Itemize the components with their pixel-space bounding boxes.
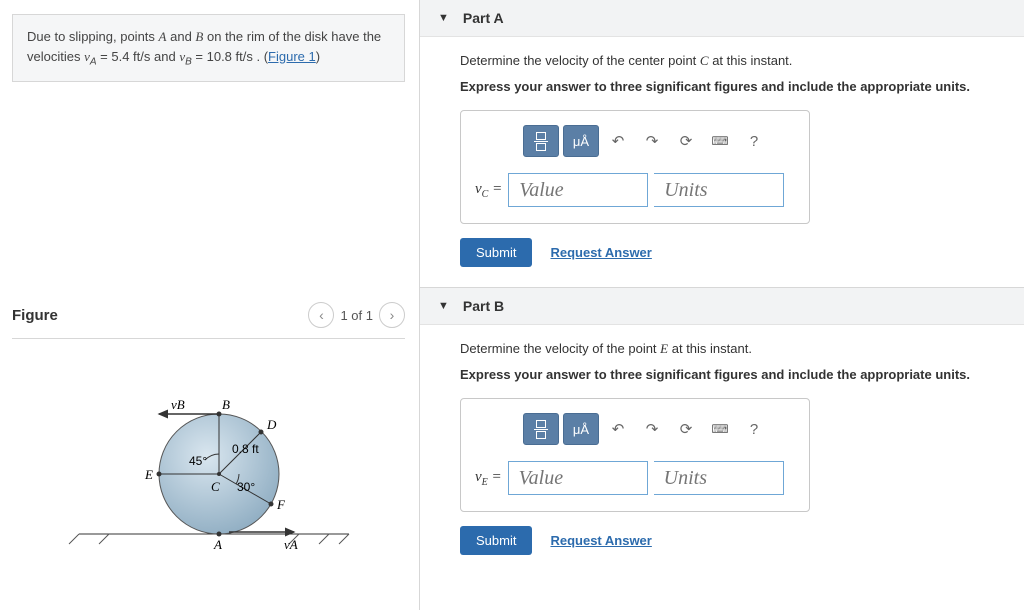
figure-next-button[interactable]: › [379, 302, 405, 328]
caret-down-icon: ▼ [438, 12, 449, 24]
undo-icon[interactable]: ↶ [603, 125, 633, 157]
var-B: B [195, 29, 203, 44]
vA-value: = 5.4 ft/s [100, 49, 150, 64]
text: at this instant. [709, 53, 793, 68]
text: Determine the velocity of the center poi… [460, 53, 700, 68]
part-b-submit-button[interactable]: Submit [460, 526, 532, 555]
svg-text:B: B [222, 397, 230, 412]
templates-icon[interactable] [523, 413, 559, 445]
templates-icon[interactable] [523, 125, 559, 157]
part-b-title: Part B [463, 298, 504, 314]
part-b-question: Determine the velocity of the point E at… [460, 341, 984, 357]
text: . ( [256, 49, 268, 64]
part-b-var-label: vE = [475, 469, 502, 488]
redo-icon[interactable]: ↷ [637, 413, 667, 445]
reset-icon[interactable]: ⟳ [671, 413, 701, 445]
vB-sub: B [185, 56, 192, 67]
vA-sub: A [90, 56, 97, 67]
svg-text:0.8 ft: 0.8 ft [232, 442, 259, 456]
units-symbol-button[interactable]: μÅ [563, 413, 599, 445]
text: Determine the velocity of the point [460, 341, 660, 356]
text: and [154, 49, 179, 64]
vB-value: = 10.8 ft/s [195, 49, 252, 64]
figure-prev-button[interactable]: ‹ [308, 302, 334, 328]
svg-text:30°: 30° [237, 480, 255, 494]
part-b-answer-box: μÅ ↶ ↷ ⟳ ⌨ ? vE = [460, 398, 810, 512]
var-C: C [700, 53, 709, 68]
part-b-units-input[interactable] [654, 461, 784, 495]
problem-statement: Due to slipping, points A and B on the r… [12, 14, 405, 82]
caret-down-icon: ▼ [438, 300, 449, 312]
figure-title: Figure [12, 307, 58, 324]
part-b-value-input[interactable] [508, 461, 648, 495]
keyboard-icon[interactable]: ⌨ [705, 125, 735, 157]
svg-text:F: F [276, 497, 286, 512]
svg-text:D: D [266, 417, 277, 432]
part-a-value-input[interactable] [508, 173, 648, 207]
part-a-units-input[interactable] [654, 173, 784, 207]
part-a-answer-box: μÅ ↶ ↷ ⟳ ⌨ ? vC = [460, 110, 810, 224]
text: Due to slipping, points [27, 29, 159, 44]
keyboard-icon[interactable]: ⌨ [705, 413, 735, 445]
svg-text:vA: vA [284, 537, 298, 552]
part-b-instruction: Express your answer to three significant… [460, 367, 984, 382]
help-icon[interactable]: ? [739, 413, 769, 445]
figure-pager-label: 1 of 1 [340, 308, 373, 323]
units-symbol-button[interactable]: μÅ [563, 125, 599, 157]
text: and [170, 29, 195, 44]
part-a-title: Part A [463, 10, 504, 26]
reset-icon[interactable]: ⟳ [671, 125, 701, 157]
help-icon[interactable]: ? [739, 125, 769, 157]
svg-text:E: E [144, 467, 153, 482]
undo-icon[interactable]: ↶ [603, 413, 633, 445]
part-b-request-answer-link[interactable]: Request Answer [550, 533, 651, 548]
svg-text:45°: 45° [189, 454, 207, 468]
part-b-header[interactable]: ▼ Part B [420, 288, 1024, 325]
part-a-instruction: Express your answer to three significant… [460, 79, 984, 94]
part-a-submit-button[interactable]: Submit [460, 238, 532, 267]
var-E: E [660, 341, 668, 356]
redo-icon[interactable]: ↷ [637, 125, 667, 157]
text: ) [316, 49, 320, 64]
part-a-question: Determine the velocity of the center poi… [460, 53, 984, 69]
text: at this instant. [668, 341, 752, 356]
figure-pager: ‹ 1 of 1 › [308, 302, 405, 328]
part-a-request-answer-link[interactable]: Request Answer [550, 245, 651, 260]
svg-text:C: C [211, 479, 220, 494]
var-A: A [159, 29, 167, 44]
part-a-var-label: vC = [475, 181, 502, 200]
svg-text:vB: vB [171, 397, 185, 412]
figure-diagram: vB B D 0.8 ft 45° 30° E C F A vA [12, 339, 405, 559]
svg-text:A: A [213, 537, 222, 552]
part-a-header[interactable]: ▼ Part A [420, 0, 1024, 37]
figure-link[interactable]: Figure 1 [268, 49, 316, 64]
